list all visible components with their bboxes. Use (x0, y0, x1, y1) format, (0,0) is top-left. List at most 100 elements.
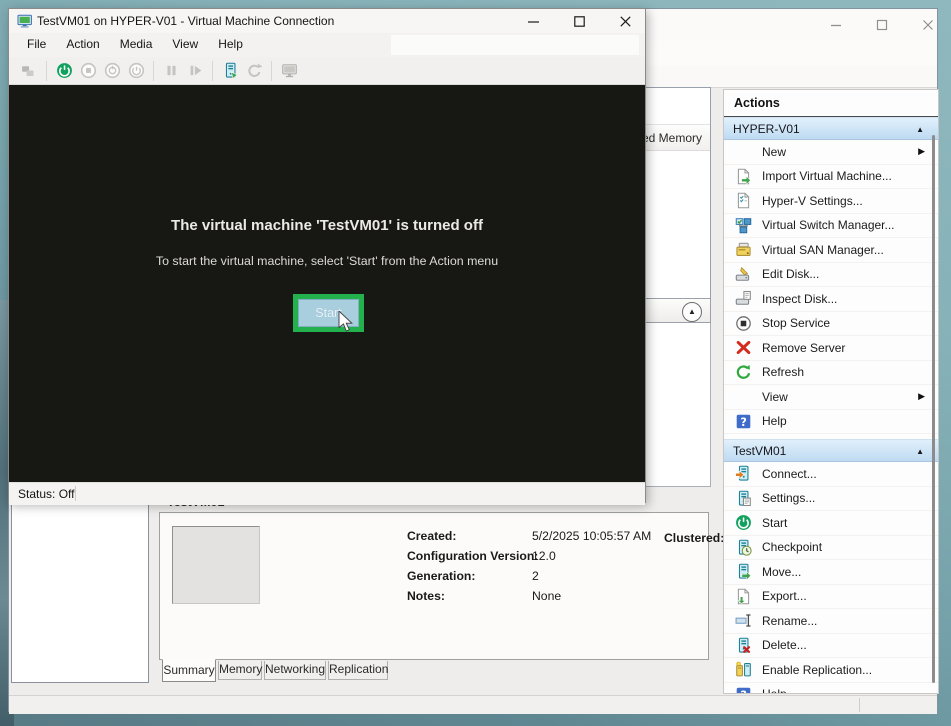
mouse-cursor-icon (338, 311, 358, 333)
collapse-arrow-icon: ▲ (916, 440, 924, 463)
action-settings[interactable]: Settings... (724, 487, 938, 512)
manager-maximize-button[interactable] (867, 14, 897, 36)
pause-icon (163, 62, 180, 79)
vm-maximize-button[interactable] (564, 11, 594, 31)
actions-scrollbar[interactable] (932, 135, 935, 683)
tab-networking[interactable]: Networking (264, 661, 326, 680)
resume-step-button (183, 60, 207, 82)
menu-help[interactable]: Help (208, 33, 253, 51)
action-move[interactable]: Move... (724, 560, 938, 585)
replication-icon (733, 661, 753, 678)
vm-toolbar (9, 57, 645, 85)
action-label: Refresh (762, 365, 804, 379)
checkpoint-toolbar-icon (222, 62, 239, 79)
menu-view[interactable]: View (162, 33, 208, 51)
action-label: Virtual SAN Manager... (762, 243, 884, 257)
rename-icon (733, 612, 753, 629)
checkpoint-button[interactable] (218, 60, 242, 82)
action-import-virtual-machine[interactable]: Import Virtual Machine... (724, 165, 938, 190)
action-refresh[interactable]: Refresh (724, 361, 938, 386)
action-help[interactable]: ? Help (724, 683, 938, 695)
maximize-icon (573, 15, 586, 28)
connect-icon (733, 465, 753, 482)
action-hyper-v-settings[interactable]: Hyper-V Settings... (724, 189, 938, 214)
action-label: Enable Replication... (762, 663, 872, 677)
action-edit-disk[interactable]: Edit Disk... (724, 263, 938, 288)
action-enable-replication[interactable]: Enable Replication... (724, 658, 938, 683)
detail-label: Created: (407, 529, 456, 543)
tab-summary[interactable]: Summary (162, 659, 216, 682)
action-label: Help (762, 687, 787, 694)
vm-close-button[interactable] (610, 11, 640, 31)
action-view[interactable]: View▶ (724, 385, 938, 410)
manager-minimize-button[interactable] (821, 14, 851, 36)
manager-close-button[interactable] (913, 14, 943, 36)
vm-statusbar-separator (75, 486, 76, 501)
group-header-label: TestVM01 (733, 444, 786, 458)
vm-thumbnail (172, 526, 260, 604)
desktop: Assigned Memory ▲ TestVM01 Created:5/2/2… (0, 0, 951, 726)
action-help[interactable]: ?Help (724, 410, 938, 435)
vm-connection-app-icon (17, 13, 33, 29)
checkpoint-icon (733, 539, 753, 556)
checkpoints-collapse-button[interactable]: ▲ (682, 302, 702, 322)
action-label: View (762, 390, 788, 404)
maximize-icon (876, 19, 888, 31)
action-new[interactable]: New▶ (724, 140, 938, 165)
action-label: Edit Disk... (762, 267, 819, 281)
toolbar-separator (46, 61, 47, 81)
vm-minimize-button[interactable] (518, 11, 548, 31)
tab-replication[interactable]: Replication (328, 661, 388, 680)
action-inspect-disk[interactable]: Inspect Disk... (724, 287, 938, 312)
menu-media[interactable]: Media (110, 33, 163, 51)
menu-action[interactable]: Action (56, 33, 109, 51)
actions-panel-title: Actions (724, 90, 938, 117)
action-connect[interactable]: Connect... (724, 462, 938, 487)
manager-statusbar (9, 695, 937, 714)
action-label: Virtual Switch Manager... (762, 218, 895, 232)
enhanced-session-button (277, 60, 301, 82)
start-button[interactable] (52, 60, 76, 82)
toolbar-separator (271, 61, 272, 81)
svg-text:?: ? (740, 416, 746, 429)
help-icon: ? (733, 686, 753, 694)
action-virtual-switch-manager[interactable]: Virtual Switch Manager... (724, 214, 938, 239)
vm-statusbar: Status: Off (9, 482, 645, 505)
pause-button (159, 60, 183, 82)
action-virtual-san-manager[interactable]: Virtual SAN Manager... (724, 238, 938, 263)
svg-text:?: ? (740, 689, 746, 695)
vm-off-heading: The virtual machine 'TestVM01' is turned… (9, 217, 645, 234)
menu-file[interactable]: File (17, 33, 56, 51)
action-label: Connect... (762, 467, 817, 481)
detail-label: Notes: (407, 589, 445, 603)
action-label: New (762, 145, 786, 159)
action-delete[interactable]: Delete... (724, 634, 938, 659)
action-label: Checkpoint (762, 540, 822, 554)
action-label: Rename... (762, 614, 817, 628)
tab-memory[interactable]: Memory (218, 661, 262, 680)
start-icon (733, 514, 753, 531)
action-start[interactable]: Start (724, 511, 938, 536)
vm-window-titlebar: TestVM01 on HYPER-V01 - Virtual Machine … (9, 9, 645, 33)
details-pane: Created:5/2/2025 10:05:57 AMConfiguratio… (159, 512, 709, 660)
action-label: Settings... (762, 491, 815, 505)
detail-value: 2 (532, 569, 539, 583)
vm-window-title: TestVM01 on HYPER-V01 - Virtual Machine … (37, 14, 334, 28)
action-remove-server[interactable]: Remove Server (724, 336, 938, 361)
export-icon (733, 588, 753, 605)
vm-menu-bar: FileActionMediaViewHelp (9, 33, 645, 57)
actions-group-header-testvm01[interactable]: TestVM01 ▲ (724, 439, 938, 462)
delete-icon (733, 637, 753, 654)
refresh-icon (733, 364, 753, 381)
actions-group-header-hyper-v01[interactable]: HYPER-V01▲ (724, 117, 938, 140)
help-icon: ? (733, 413, 753, 430)
detail-value: 5/2/2025 10:05:57 AM (532, 529, 651, 543)
minimize-icon (527, 15, 540, 28)
action-label: Move... (762, 565, 801, 579)
action-rename[interactable]: Rename... (724, 609, 938, 634)
action-export[interactable]: Export... (724, 585, 938, 610)
detail-label: Generation: (407, 569, 475, 583)
action-checkpoint[interactable]: Checkpoint (724, 536, 938, 561)
action-stop-service[interactable]: Stop Service (724, 312, 938, 337)
edit-disk-icon (733, 266, 753, 283)
